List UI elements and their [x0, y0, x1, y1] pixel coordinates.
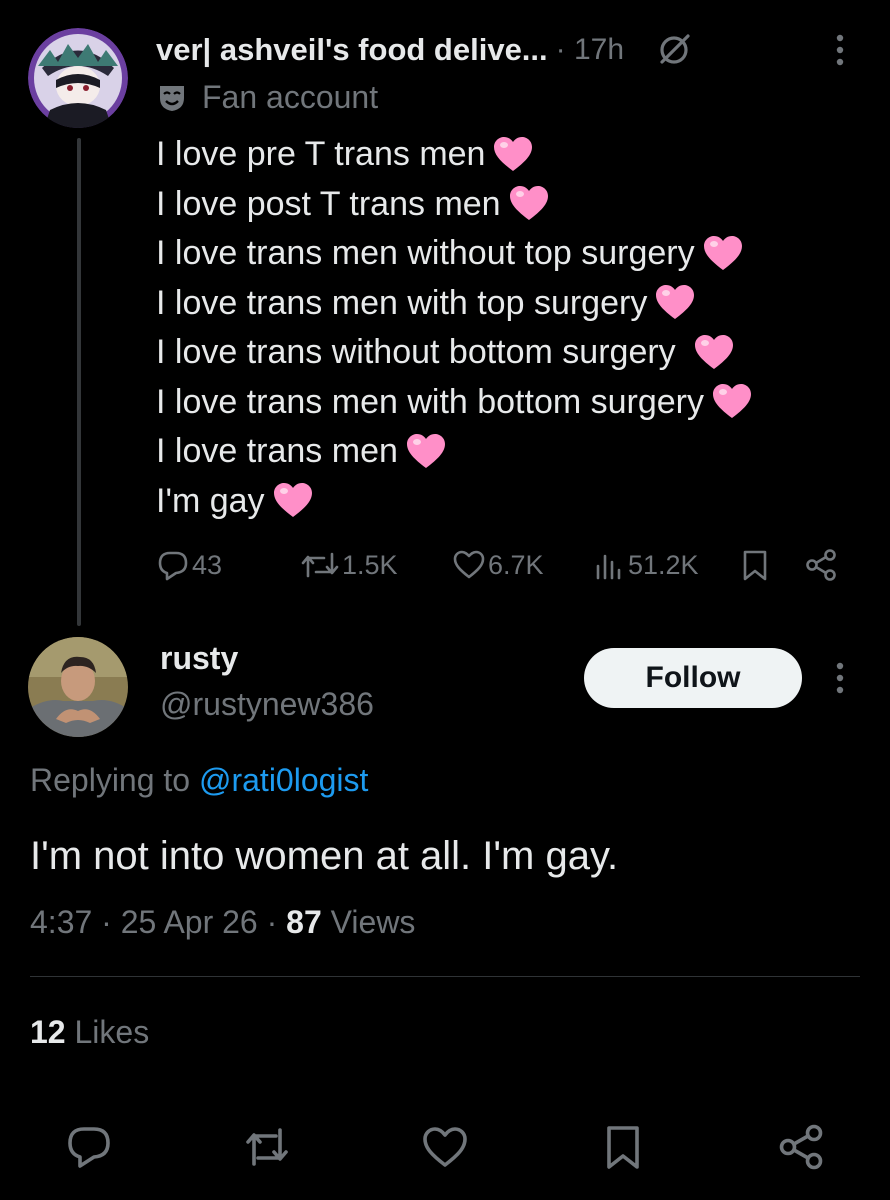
post-line-text: I love trans men with bottom surgery: [156, 382, 705, 421]
thread-connector-line: [77, 138, 81, 626]
reply-action-bar: [0, 1116, 890, 1176]
reply-author-name[interactable]: rusty: [160, 640, 238, 677]
heart-emoji: [273, 483, 313, 519]
post-line: I love trans men: [156, 427, 856, 477]
reply-button[interactable]: 43: [156, 540, 222, 590]
reply-author-handle[interactable]: @rustynew386: [160, 686, 374, 723]
post-line-text: I love trans men: [156, 432, 398, 470]
bookmark-icon[interactable]: [598, 1122, 648, 1172]
repost-count: 1.5K: [342, 549, 398, 580]
post-line-text: I love pre T trans men: [156, 135, 486, 173]
follow-button[interactable]: Follow: [584, 648, 802, 708]
bookmark-button[interactable]: [738, 540, 774, 590]
likes-summary[interactable]: 12 Likes: [30, 1014, 149, 1051]
post-line: I'm gay: [156, 477, 856, 527]
reply-author-avatar[interactable]: [28, 637, 128, 737]
heart-emoji: [493, 136, 533, 173]
like-icon: [453, 550, 485, 579]
post-line: I love trans men with top surgery: [156, 279, 856, 329]
account-label: Fan account: [202, 78, 379, 115]
likes-count: 12: [30, 1014, 66, 1050]
account-label-row: Fan account: [156, 76, 378, 118]
reply-count: 43: [192, 549, 223, 580]
reply-icon[interactable]: [64, 1122, 114, 1172]
more-options-icon[interactable]: [822, 28, 858, 72]
repost-button[interactable]: 1.5K: [300, 540, 398, 590]
heart-emoji: [406, 433, 446, 470]
author-avatar[interactable]: [28, 28, 128, 128]
reply-meta: 4:37 · 25 Apr 26 · 87 Views: [30, 904, 415, 941]
repost-icon[interactable]: [242, 1122, 292, 1172]
reply-text: I'm not into women at all. I'm gay.: [30, 834, 619, 878]
post-line-text: I love trans without bottom surgery: [156, 333, 676, 371]
post-line: I love pre T trans men: [156, 130, 856, 180]
reply-views-count: 87: [286, 904, 322, 940]
views-icon: [596, 554, 621, 580]
post-header: ver| ashveil's food delive... · 17h: [156, 28, 876, 72]
heart-emoji: [703, 235, 743, 272]
share-icon[interactable]: [776, 1122, 826, 1172]
post-line: I love trans men without top surgery: [156, 229, 856, 279]
likes-label: Likes: [74, 1014, 150, 1050]
post-line: I love post T trans men: [156, 180, 856, 230]
grok-icon[interactable]: [654, 30, 694, 70]
heart-emoji: [509, 186, 549, 222]
reply-date[interactable]: 25 Apr 26: [121, 904, 258, 940]
view-count: 51.2K: [628, 549, 699, 580]
post-line: I love trans men with bottom surgery: [156, 378, 856, 428]
bookmark-icon: [743, 550, 767, 581]
reply-time[interactable]: 4:37: [30, 904, 92, 940]
replying-to-mention[interactable]: @rati0logist: [199, 762, 368, 798]
more-options-icon[interactable]: [822, 656, 858, 700]
replying-to-prefix: Replying to: [30, 762, 191, 798]
post-text: I love pre T trans men I love post T tra…: [156, 130, 856, 526]
fan-account-icon: [156, 81, 188, 113]
repost-icon: [301, 552, 339, 578]
reply-icon: [158, 551, 188, 581]
like-icon[interactable]: [420, 1122, 470, 1172]
post-line-text: I love trans men with top surgery: [156, 283, 648, 322]
views-button[interactable]: 51.2K: [592, 540, 699, 590]
heart-emoji: [655, 285, 695, 321]
divider: [30, 976, 860, 977]
meta-separator: ·: [101, 904, 121, 940]
post-timestamp[interactable]: · 17h: [556, 33, 624, 67]
share-icon: [806, 549, 836, 581]
post-action-bar: 43 1.5K 6.7K 51.2K: [156, 540, 856, 590]
post-line: I love trans without bottom surgery: [156, 328, 856, 378]
post-line-text: I love trans men without top surgery: [156, 234, 695, 272]
like-button[interactable]: 6.7K: [452, 540, 544, 590]
heart-emoji: [712, 384, 752, 420]
reply-views-label: Views: [330, 904, 416, 940]
share-button[interactable]: [804, 540, 840, 590]
like-count: 6.7K: [488, 549, 544, 580]
replying-to-line: Replying to @rati0logist: [30, 762, 368, 799]
post-line-text: I'm gay: [156, 481, 265, 520]
heart-emoji: [694, 334, 734, 371]
meta-separator: ·: [266, 904, 287, 940]
post-line-text: I love post T trans men: [156, 184, 501, 223]
author-display-name[interactable]: ver| ashveil's food delive...: [156, 32, 548, 68]
